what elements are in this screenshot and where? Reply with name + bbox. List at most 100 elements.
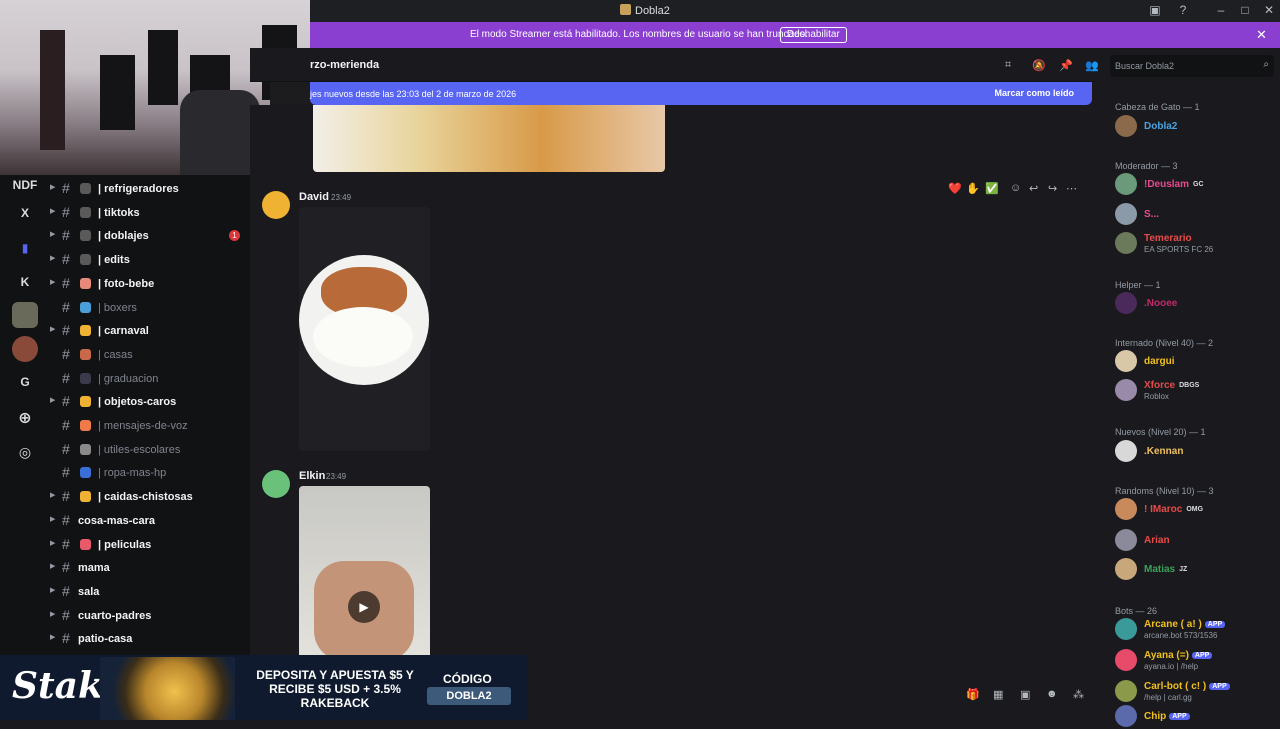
inbox-icon[interactable]: ▣ xyxy=(1147,3,1163,17)
avatar[interactable] xyxy=(262,470,290,498)
channel-emoji-icon xyxy=(80,348,91,360)
more-icon[interactable]: ⋯ xyxy=(1066,182,1077,195)
members-icon[interactable]: 👥 xyxy=(1085,59,1099,72)
hand-reaction-icon[interactable]: ✋ xyxy=(966,182,980,195)
channel-item[interactable]: # | ropa-mas-hp xyxy=(50,462,250,484)
close-window-button[interactable]: ✕ xyxy=(1261,3,1277,17)
channel-item[interactable]: # | mensajes-de-voz xyxy=(50,415,250,437)
channel-emoji-icon xyxy=(80,254,91,266)
member-item[interactable]: Ayana (=) APP ayana.io | /help xyxy=(1115,647,1275,673)
member-item[interactable]: Arian xyxy=(1115,527,1275,553)
channel-item[interactable]: ▶ # sala xyxy=(50,581,250,603)
mark-read-button[interactable]: Marcar como leído xyxy=(994,88,1074,98)
member-item[interactable]: !Deuslam GC xyxy=(1115,171,1275,197)
add-reaction-icon[interactable]: ☺ xyxy=(1010,182,1021,194)
channel-item[interactable]: ▶ # | doblajes 1 xyxy=(50,225,250,247)
member-item[interactable]: Arcane ( a! ) APP arcane.bot 573/1536 xyxy=(1115,616,1275,642)
channel-item[interactable]: ▶ # | tiktoks xyxy=(50,202,250,224)
channel-item[interactable]: # | graduacion xyxy=(50,368,250,390)
emoji-icon[interactable]: ☻ xyxy=(1046,688,1058,700)
channel-item[interactable]: ▶ # | carnaval xyxy=(50,320,250,342)
server-k[interactable]: K xyxy=(12,269,38,295)
member-item[interactable]: Matias JZ xyxy=(1115,556,1275,582)
member-item[interactable]: Temerario EA SPORTS FC 26 xyxy=(1115,230,1275,256)
disable-streamer-button[interactable]: Deshabilitar xyxy=(780,27,847,43)
message-author[interactable]: David xyxy=(299,191,329,203)
play-icon[interactable]: ▶ xyxy=(348,591,380,623)
forward-icon[interactable]: ↪ xyxy=(1048,182,1057,195)
search-box[interactable]: Buscar Dobla2 ⌕ xyxy=(1110,55,1274,77)
heart-reaction-icon[interactable]: ❤️ xyxy=(948,182,962,195)
member-item[interactable]: dargui xyxy=(1115,348,1275,374)
channel-name: | ropa-mas-hp xyxy=(98,467,167,480)
channel-item[interactable]: ▶ # | objetos-caros xyxy=(50,391,250,413)
channel-item[interactable]: ▶ # | foto-bebe xyxy=(50,273,250,295)
mute-icon[interactable]: 🔕 xyxy=(1032,59,1046,72)
channel-item[interactable]: ▶ # cuarto-padres xyxy=(50,605,250,627)
sticker-icon[interactable]: ▣ xyxy=(1020,688,1032,701)
channel-item[interactable]: ▶ # | edits xyxy=(50,249,250,271)
help-icon[interactable]: ? xyxy=(1175,3,1191,17)
food-plate-image[interactable] xyxy=(299,207,430,451)
member-name: Xforce DBGS xyxy=(1144,380,1199,391)
avatar[interactable] xyxy=(262,191,290,219)
member-item[interactable]: .Nooee xyxy=(1115,290,1275,316)
channel-item[interactable]: # | boxers xyxy=(50,297,250,319)
channel-item[interactable]: # | casas xyxy=(50,344,250,366)
channel-item[interactable]: ▶ # patio-casa xyxy=(50,628,250,650)
folder-icon[interactable]: ▮ xyxy=(12,235,38,261)
code-label: CÓDIGO xyxy=(443,672,492,686)
channel-item[interactable]: # | utiles-escolares xyxy=(50,439,250,461)
apps-icon[interactable]: ⁂ xyxy=(1073,688,1085,701)
member-item[interactable]: ! IMaroc OMG xyxy=(1115,496,1275,522)
new-messages-bar[interactable]: jes nuevos desde las 23:03 del 2 de marz… xyxy=(310,82,1092,105)
threads-icon[interactable]: ⌗ xyxy=(1005,59,1017,71)
channel-name: patio-casa xyxy=(78,633,133,646)
member-item[interactable]: Xforce DBGS Roblox xyxy=(1115,377,1275,403)
server-g[interactable]: G xyxy=(12,369,38,395)
member-item[interactable]: Chip APP xyxy=(1115,703,1275,729)
channel-name: | carnaval xyxy=(98,325,149,338)
server-x[interactable]: X xyxy=(12,200,38,226)
server-avatar-2[interactable] xyxy=(12,336,38,362)
gif-icon[interactable]: ▦ xyxy=(993,688,1005,701)
maximize-button[interactable]: □ xyxy=(1237,3,1253,17)
close-icon[interactable]: ✕ xyxy=(1256,27,1267,43)
avatar xyxy=(1115,680,1137,702)
channel-name: | refrigeradores xyxy=(98,183,179,195)
member-item[interactable]: S... xyxy=(1115,201,1275,227)
member-group-label: Nuevos (Nivel 20) — 1 xyxy=(1115,427,1206,437)
channel-item[interactable]: ▶ # | peliculas xyxy=(50,534,250,556)
channel-name: sala xyxy=(78,585,100,598)
channel-item[interactable]: ▶ # | caidas-chistosas xyxy=(50,486,250,508)
channel-name: | doblajes xyxy=(98,230,149,243)
server-rail: NDF X ▮ K G ⊕ ◎ xyxy=(0,170,50,660)
member-status: /help | carl.gg xyxy=(1144,693,1192,702)
member-item[interactable]: .Kennan xyxy=(1115,438,1275,464)
reply-icon[interactable]: ↩ xyxy=(1029,182,1038,195)
member-item[interactable]: Dobla2 xyxy=(1115,113,1275,139)
avatar xyxy=(1115,379,1137,401)
hash-icon: # xyxy=(62,345,70,362)
unread-badge: 1 xyxy=(229,230,240,242)
message-author[interactable]: Elkin xyxy=(299,470,325,482)
member-name-text: Dobla2 xyxy=(1144,121,1178,132)
gift-icon[interactable]: 🎁 xyxy=(966,688,980,701)
server-ndf[interactable]: NDF xyxy=(12,172,38,198)
message-composer[interactable] xyxy=(528,675,1093,715)
server-avatar-1[interactable] xyxy=(12,302,38,328)
channel-item[interactable]: ▶ # mama xyxy=(50,557,250,579)
check-reaction-icon[interactable]: ✅ xyxy=(985,182,999,195)
video-thumbnail[interactable]: ▶ xyxy=(299,486,430,660)
minimize-button[interactable]: – xyxy=(1213,3,1229,17)
channel-item[interactable]: ▶ # | refrigeradores xyxy=(50,178,250,200)
channel-item[interactable]: ▶ # cosa-mas-cara xyxy=(50,510,250,532)
member-name: .Nooee xyxy=(1144,298,1177,309)
food-image-top[interactable] xyxy=(313,105,665,172)
caret-icon: ▶ xyxy=(50,255,56,263)
member-item[interactable]: Carl-bot ( c! ) APP/help | carl.gg xyxy=(1115,678,1275,704)
member-name-text: Arian xyxy=(1144,535,1170,546)
pin-icon[interactable]: 📌 xyxy=(1059,59,1073,72)
add-server-icon[interactable]: ⊕ xyxy=(12,406,38,432)
discover-icon[interactable]: ◎ xyxy=(12,439,38,465)
